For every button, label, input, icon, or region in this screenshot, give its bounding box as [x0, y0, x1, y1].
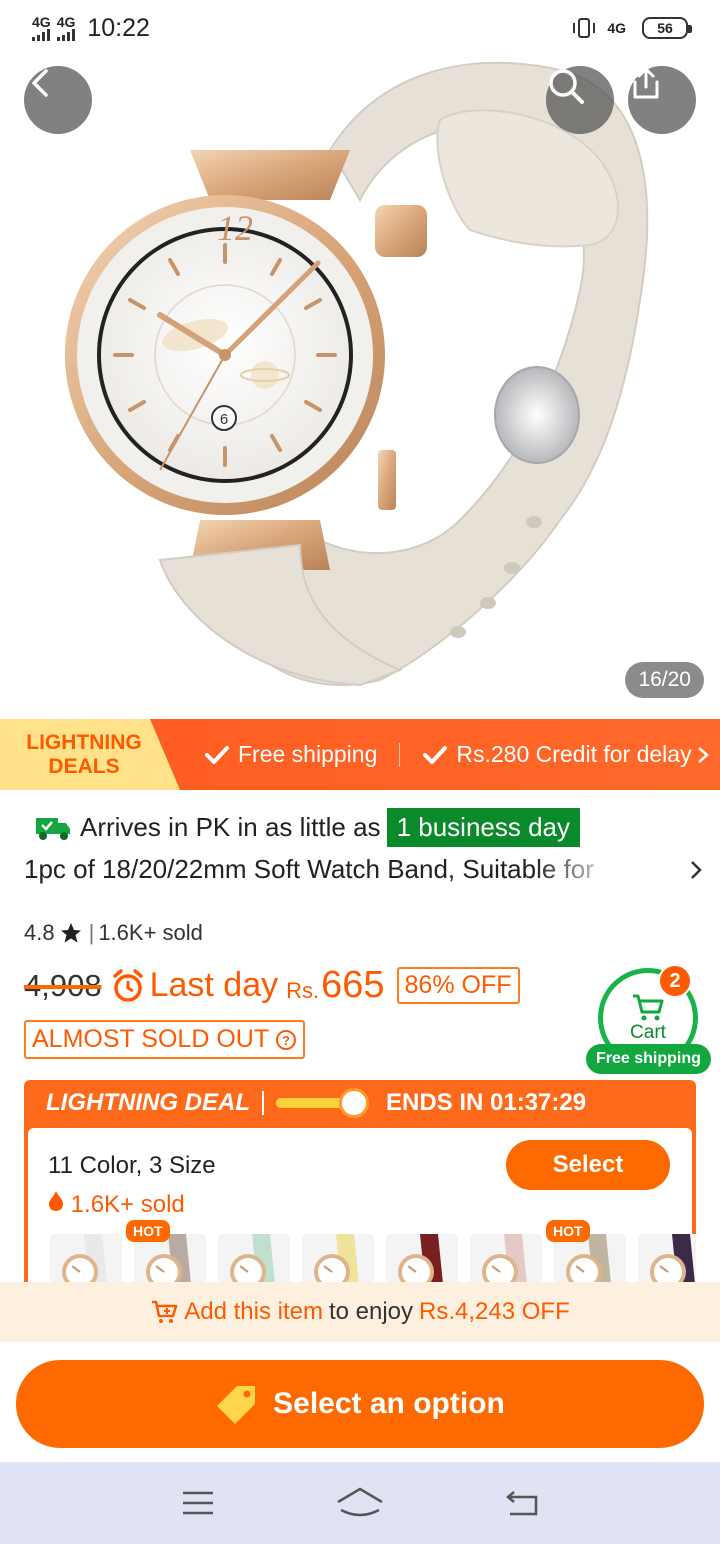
- lightning-deals-banner[interactable]: LIGHTNING DEALS Free shipping Rs.280 Cre…: [0, 719, 720, 790]
- divider: [399, 742, 401, 767]
- rating-row[interactable]: 4.8 | 1.6K+ sold: [24, 920, 203, 946]
- cart-label: Cart: [630, 1022, 666, 1043]
- floating-cart-button[interactable]: Cart 2 Free shipping: [586, 964, 711, 1080]
- question-circle-icon: ?: [276, 1029, 297, 1050]
- tag-icon: [217, 1386, 256, 1424]
- divider: [262, 1091, 264, 1115]
- original-price: 4,908: [24, 967, 102, 1003]
- free-shipping-label: Free shipping: [238, 741, 378, 767]
- deal-countdown: ENDS IN 01:37:29: [386, 1089, 587, 1116]
- product-title-row[interactable]: 1pc of 18/20/22mm Soft Watch Band, Suita…: [24, 854, 704, 885]
- svg-text:12: 12: [217, 208, 253, 248]
- check-icon: [423, 745, 448, 764]
- star-icon: [60, 923, 81, 943]
- chevron-right-icon: [691, 860, 702, 879]
- cart-free-shipping-pill: Free shipping: [586, 1044, 711, 1074]
- menu-icon[interactable]: [180, 1488, 216, 1518]
- arrives-text: Arrives in PK in as little as: [80, 812, 381, 842]
- lightning-deal-card: LIGHTNING DEAL ENDS IN 01:37:29 11 Color…: [24, 1080, 696, 1290]
- check-icon: [205, 745, 229, 764]
- promo-amount: Rs.4,243 OFF: [419, 1298, 570, 1325]
- svg-text:6: 6: [220, 411, 228, 428]
- chevron-right-icon: [697, 746, 709, 763]
- add-to-cart-icon: [152, 1300, 178, 1323]
- price-row: 4,908 Last day Rs. 665 86% OFF: [24, 964, 520, 1007]
- clock-icon: [339, 1088, 370, 1118]
- price-currency: Rs.: [286, 978, 320, 1003]
- lightning-deals-title: LIGHTNING DEALS: [26, 731, 142, 778]
- search-icon: [549, 69, 584, 104]
- cart-icon: [633, 994, 664, 1021]
- select-an-option-button[interactable]: Select an option: [16, 1360, 704, 1448]
- back-button[interactable]: [24, 66, 92, 134]
- bottom-action-area: Select an option: [0, 1342, 720, 1462]
- search-button[interactable]: [546, 66, 614, 134]
- deal-header: LIGHTNING DEAL ENDS IN 01:37:29: [24, 1080, 696, 1126]
- share-button[interactable]: [628, 66, 696, 134]
- rating-value: 4.8: [24, 920, 55, 945]
- hot-badge: HOT: [546, 1220, 590, 1242]
- home-icon[interactable]: [335, 1486, 385, 1520]
- hot-badge: HOT: [126, 1220, 170, 1242]
- promo-add-item: Add this item: [184, 1298, 323, 1325]
- discount-badge: 86% OFF: [396, 967, 520, 1004]
- deal-label: LIGHTNING DEAL: [46, 1089, 250, 1116]
- promo-middle-text: to enjoy: [328, 1298, 414, 1325]
- cta-label: Select an option: [273, 1387, 505, 1420]
- sold-count: 1.6K+ sold: [98, 920, 203, 945]
- back-arrow-icon: [32, 69, 48, 97]
- product-title: 1pc of 18/20/22mm Soft Watch Band, Suita…: [24, 854, 594, 884]
- battery-indicator: 56: [642, 17, 692, 39]
- cart-count-badge: 2: [658, 964, 692, 998]
- alarm-clock-icon: [112, 968, 143, 1002]
- options-title: 11 Color, 3 Size: [48, 1152, 216, 1179]
- options-sold-text: 1.6K+ sold: [70, 1191, 185, 1218]
- almost-sold-out-badge[interactable]: ALMOST SOLD OUT ?: [24, 1020, 306, 1059]
- business-day-badge: 1 business day: [386, 808, 581, 847]
- delay-credit-label: Rs.280 Credit for delay: [456, 741, 692, 767]
- delivery-truck-icon: [36, 817, 70, 840]
- deal-options: 11 Color, 3 Size 1.6K+ sold Select HOT HO…: [28, 1128, 696, 1290]
- vibrate-icon: [573, 18, 596, 38]
- select-options-button[interactable]: Select: [506, 1140, 670, 1190]
- almost-sold-out-text: ALMOST SOLD OUT: [32, 1025, 270, 1053]
- signal-indicator-1: 4G: [32, 15, 51, 41]
- signal-indicator-3: 4G: [607, 20, 626, 36]
- deal-progress-bar: [276, 1088, 370, 1118]
- image-counter: 16/20: [625, 662, 704, 698]
- last-day-label: Last day: [110, 966, 279, 1005]
- share-icon: [633, 67, 659, 99]
- back-nav-icon[interactable]: [504, 1488, 540, 1518]
- options-sold: 1.6K+ sold: [48, 1190, 185, 1219]
- sale-price: 665: [321, 964, 385, 1006]
- fire-icon: [49, 1191, 63, 1211]
- last-day-text: Last day: [149, 966, 279, 1004]
- product-image-gallery[interactable]: 12 6 16/20: [0, 0, 720, 718]
- signal-indicator-2: 4G: [57, 15, 75, 41]
- rating-divider: |: [88, 920, 95, 945]
- svg-text:?: ?: [282, 1033, 290, 1048]
- system-navigation-bar: [0, 1462, 720, 1544]
- promo-strip[interactable]: Add this item to enjoy Rs.4,243 OFF: [0, 1282, 720, 1342]
- delivery-estimate: Arrives in PK in as little as 1 business…: [34, 808, 581, 847]
- status-bar: 4G 4G 10:22 4G 56: [0, 0, 720, 56]
- clock: 10:22: [87, 13, 150, 42]
